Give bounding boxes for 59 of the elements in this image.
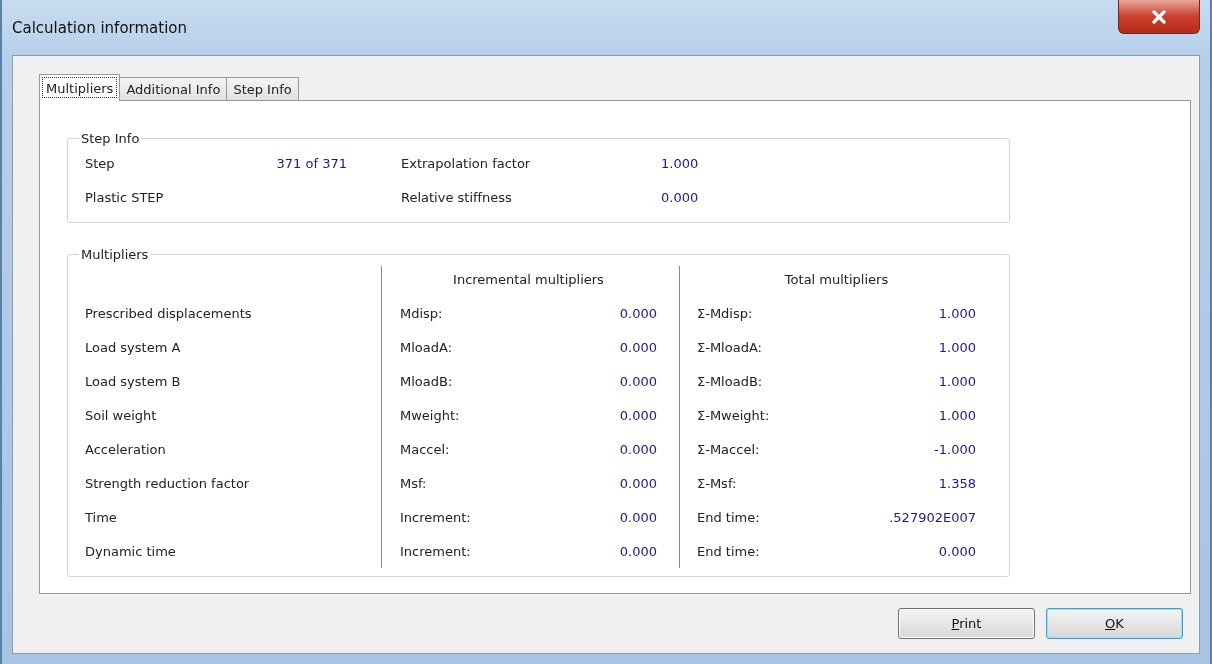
field-label: Plastic STEP [85, 189, 165, 205]
multiplier-label: Σ-Msf: [697, 475, 737, 491]
multiplier-label: MloadA: [400, 339, 453, 355]
multiplier-value: 0.000 [619, 339, 657, 355]
multiplier-label: Msf: [400, 475, 427, 491]
row-label: Load system B [85, 373, 181, 389]
print-button[interactable]: Print [898, 608, 1035, 639]
multiplier-label: Mweight: [400, 407, 460, 423]
multiplier-value: 0.000 [619, 475, 657, 491]
field-value: 0.000 [661, 189, 700, 205]
multiplier-value: 1.000 [938, 339, 976, 355]
multiplier-value: 0.000 [619, 373, 657, 389]
multiplier-value: 1.000 [938, 373, 976, 389]
row-label: Dynamic time [85, 543, 176, 559]
tab[interactable]: Multipliers [39, 74, 121, 101]
row-label: Load system A [85, 339, 181, 355]
field-label: Relative stiffness [401, 189, 513, 205]
group-title: Multipliers [80, 247, 150, 262]
field-value: 1.000 [661, 155, 700, 171]
multiplier-value: 1.000 [938, 305, 976, 321]
column-header: Incremental multipliers [453, 271, 604, 287]
field-label: Step [85, 155, 116, 171]
tab[interactable]: Step Info [226, 77, 299, 101]
multiplier-value: 0.000 [619, 305, 657, 321]
window-title: Calculation information [12, 18, 188, 37]
multiplier-label: Maccel: [400, 441, 450, 457]
multiplier-value: -1.000 [934, 441, 976, 457]
multiplier-label: Σ-MloadA: [697, 339, 762, 355]
row-label: Soil weight [85, 407, 157, 423]
multiplier-value: 1.358 [938, 475, 976, 491]
multiplier-label: MloadB: [400, 373, 453, 389]
row-label: Acceleration [85, 441, 166, 457]
close-icon [1151, 9, 1167, 24]
multiplier-value: 0.000 [619, 407, 657, 423]
multiplier-value: .527902E007 [889, 509, 976, 525]
group-title: Step Info [80, 131, 141, 146]
multiplier-value: 0.000 [938, 543, 976, 559]
multiplier-label: Increment: [400, 509, 471, 525]
multiplier-value: 0.000 [619, 441, 657, 457]
multiplier-label: Increment: [400, 543, 471, 559]
multiplier-label: End time: [697, 543, 760, 559]
field-value: 371 of 371 [275, 155, 347, 171]
close-button[interactable] [1118, 0, 1200, 34]
multiplier-label: Σ-MloadB: [697, 373, 763, 389]
tab[interactable]: Additional Info [119, 77, 228, 101]
multiplier-label: Mdisp: [400, 305, 443, 321]
row-label: Time [85, 509, 117, 525]
multiplier-value: 0.000 [619, 509, 657, 525]
column-header: Total multipliers [784, 271, 889, 287]
row-label: Strength reduction factor [85, 475, 250, 491]
multiplier-value: 0.000 [619, 543, 657, 559]
multiplier-label: End time: [697, 509, 760, 525]
multiplier-label: Σ-Mdisp: [697, 305, 753, 321]
field-label: Extrapolation factor [401, 155, 532, 171]
ok-button[interactable]: OK [1046, 608, 1183, 639]
multiplier-value: 1.000 [938, 407, 976, 423]
multiplier-label: Σ-Maccel: [697, 441, 760, 457]
row-label: Prescribed displacements [85, 305, 252, 321]
multiplier-label: Σ-Mweight: [697, 407, 770, 423]
